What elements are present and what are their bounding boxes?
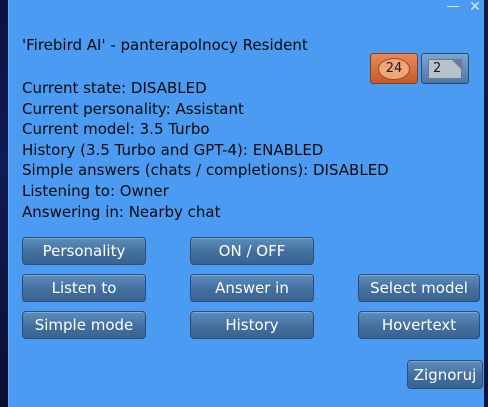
simple-mode-button[interactable]: Simple mode <box>22 311 146 339</box>
select-model-button[interactable]: Select model <box>358 274 480 302</box>
envelope-icon: 2 <box>428 58 462 79</box>
status-list: Current state: DISABLED Current personal… <box>22 78 389 222</box>
answer-in-button[interactable]: Answer in <box>190 274 314 302</box>
listen-to-button[interactable]: Listen to <box>22 274 146 302</box>
minimize-button[interactable]: — <box>446 0 460 13</box>
background-left <box>0 0 8 407</box>
notification-count: 24 <box>378 57 410 80</box>
status-line-simple-answers: Simple answers (chats / completions): DI… <box>22 161 389 180</box>
status-line-state: Current state: DISABLED <box>22 79 207 97</box>
history-button[interactable]: History <box>190 311 314 339</box>
close-button[interactable]: ✕ <box>468 0 482 14</box>
status-line-listening: Listening to: Owner <box>22 181 169 200</box>
status-line-answering: Answering in: Nearby chat <box>22 202 221 221</box>
status-line-history: History (3.5 Turbo and GPT-4): ENABLED <box>22 140 324 159</box>
on-off-button[interactable]: ON / OFF <box>190 237 314 265</box>
status-line-personality: Current personality: Assistant <box>22 99 244 118</box>
message-count: 2 <box>433 61 442 76</box>
hovertext-button[interactable]: Hovertext <box>358 311 480 339</box>
envelope-fold <box>452 59 461 69</box>
script-dialog: — ✕ 'Firebird AI' - panterapolnocy Resid… <box>8 0 484 407</box>
status-line-model: Current model: 3.5 Turbo <box>22 120 210 139</box>
message-counter-button[interactable]: 2 <box>421 53 469 84</box>
ignore-button[interactable]: Zignoruj <box>407 360 483 389</box>
personality-button[interactable]: Personality <box>22 237 146 265</box>
dialog-title: 'Firebird AI' - panterapolnocy Resident <box>22 36 308 54</box>
